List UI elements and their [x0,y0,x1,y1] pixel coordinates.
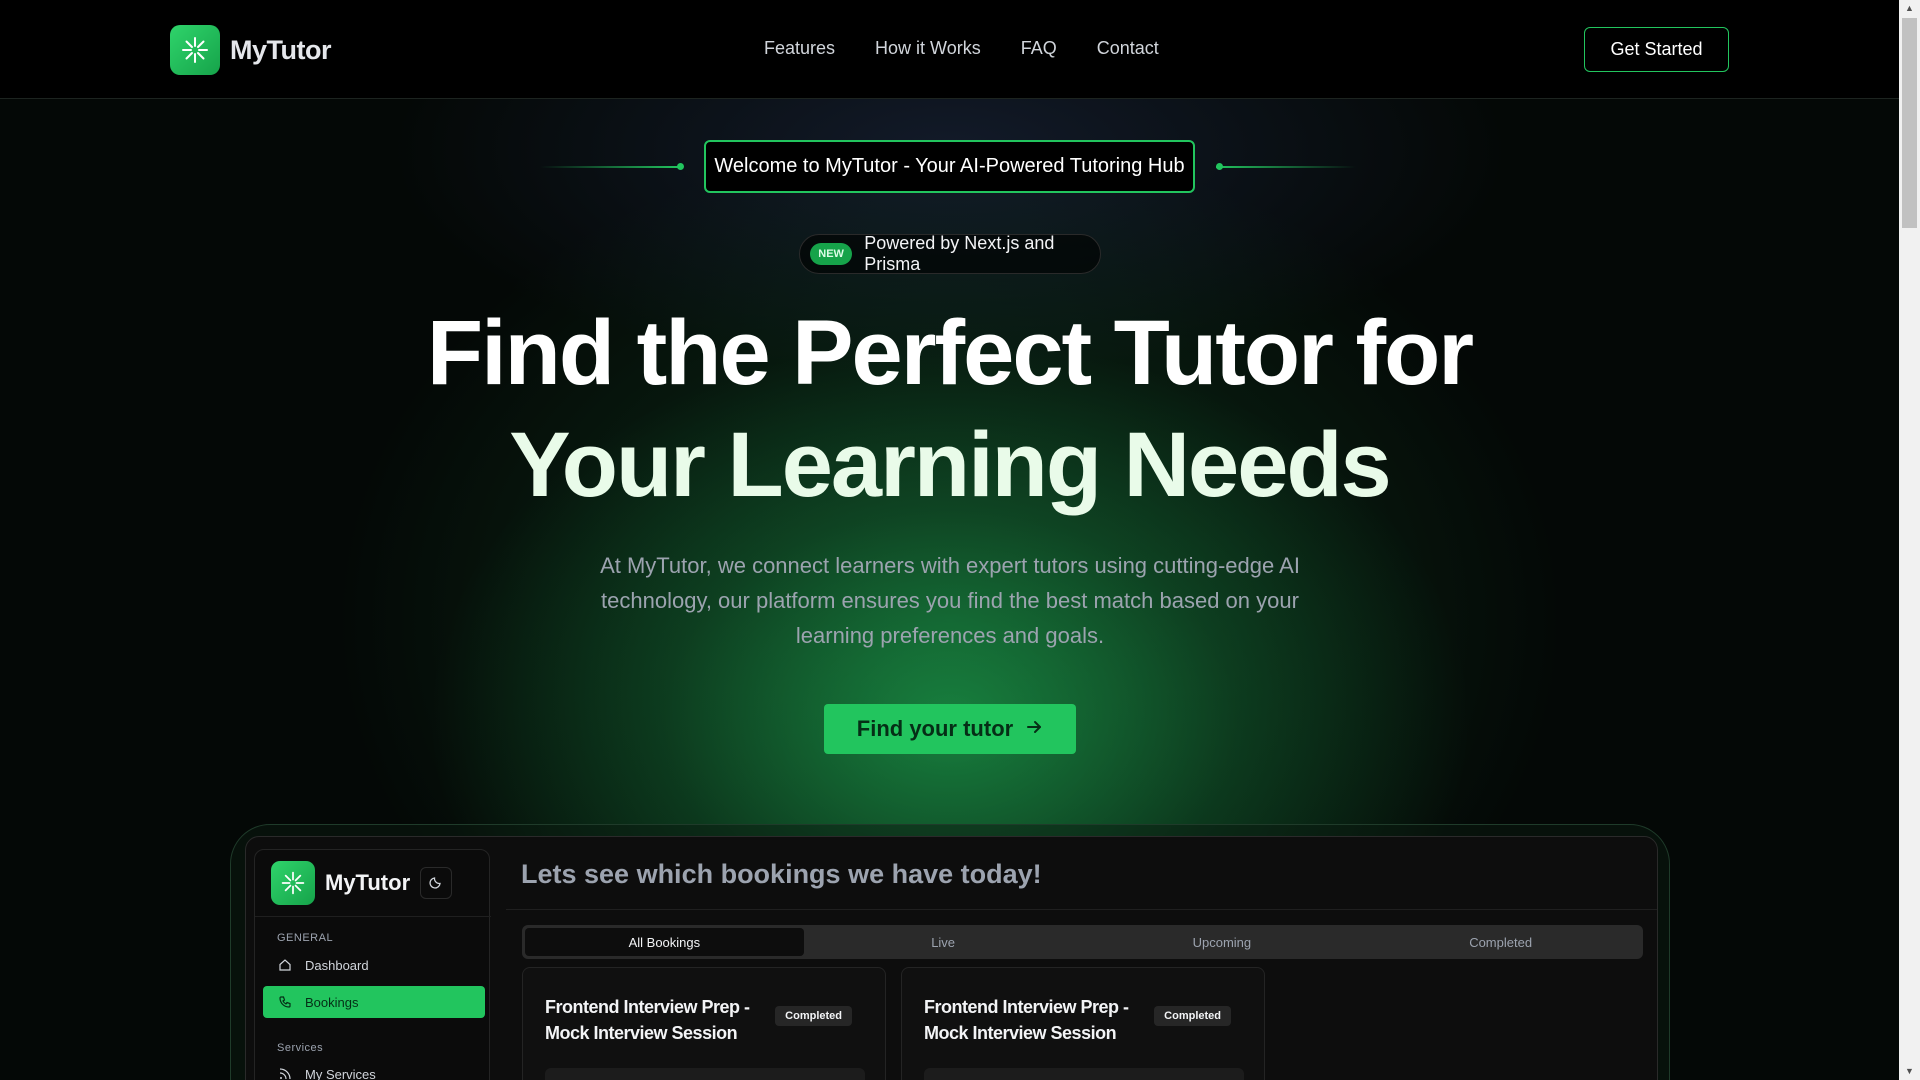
tab-live[interactable]: Live [804,928,1083,956]
sidebar-item-label: Dashboard [305,957,369,973]
decorative-line-right [1216,166,1356,168]
moon-icon [429,875,443,892]
sidebar-item-bookings[interactable]: Bookings [263,986,485,1018]
status-badge: Completed [1154,1006,1231,1026]
dashboard-preview: MyTutor GENERAL Dashboard Bookings Servi… [245,836,1658,1080]
preview-sidebar: MyTutor GENERAL Dashboard Bookings Servi… [254,849,491,1080]
booking-card-details [924,1068,1244,1080]
sidebar-item-dashboard[interactable]: Dashboard [263,949,485,981]
announcement-text: Powered by Next.js and Prisma [864,233,1055,274]
preview-logo[interactable]: MyTutor [271,861,453,905]
get-started-button[interactable]: Get Started [1584,27,1729,72]
sidebar-divider [255,916,491,917]
announcement-pill[interactable]: NEW Powered by Next.js and Prisma [799,233,1101,274]
booking-card-title: Frontend Interview Prep - Mock Interview… [924,997,1129,1043]
scrollbar-thumb[interactable] [1902,18,1917,228]
tab-all-bookings[interactable]: All Bookings [525,928,804,956]
scroll-up-arrow-icon[interactable]: ▲ [1899,0,1920,17]
sidebar-section-services: Services [277,1042,324,1054]
welcome-banner: Welcome to MyTutor - Your AI-Powered Tut… [704,140,1195,193]
asterisk-logo-icon [170,25,220,75]
bookings-tabs: All Bookings Live Upcoming Completed [522,925,1643,959]
brand-name: MyTutor [230,34,331,65]
nav-links: Features How it Works FAQ Contact [764,38,1159,59]
theme-toggle-button[interactable] [420,867,453,899]
hero-title-line2: Your Learning Needs [509,414,1391,516]
preview-brand-name: MyTutor [325,870,411,895]
booking-card[interactable]: Frontend Interview Prep - Mock Interview… [901,967,1265,1080]
home-icon [277,958,293,972]
status-badge: Completed [775,1006,852,1026]
tab-upcoming[interactable]: Upcoming [1083,928,1362,956]
booking-card[interactable]: Frontend Interview Prep - Mock Interview… [522,967,886,1080]
find-tutor-button[interactable]: Find your tutor [824,704,1076,754]
scroll-down-arrow-icon[interactable]: ▼ [1899,1063,1920,1080]
sidebar-section-general: GENERAL [277,932,334,944]
decorative-line-left [540,166,680,168]
hero-title-line1: Find the Perfect Tutor for [426,302,1474,404]
page-scrollbar[interactable]: ▲ ▼ [1899,0,1920,1080]
phone-icon [277,995,293,1009]
top-navbar: MyTutor Features How it Works FAQ Contac… [0,0,1899,99]
hero-subtitle: At MyTutor, we connect learners with exp… [600,553,1300,648]
find-tutor-label: Find your tutor [856,716,1014,741]
sidebar-item-label: Bookings [305,994,359,1010]
tab-completed[interactable]: Completed [1361,928,1640,956]
asterisk-logo-icon [271,861,315,905]
arrow-right-icon [1025,716,1043,742]
new-badge: NEW [810,243,853,265]
nav-link-contact[interactable]: Contact [1097,38,1159,59]
sidebar-item-label: My Services [305,1066,376,1080]
rss-icon [277,1067,293,1080]
nav-link-features[interactable]: Features [764,38,835,59]
decorative-dot-left [677,163,684,170]
sidebar-item-my-services[interactable]: My Services [263,1058,485,1080]
booking-card-title: Frontend Interview Prep - Mock Interview… [545,997,750,1043]
brand-logo[interactable]: MyTutor [170,25,331,75]
header-divider [506,909,1657,910]
nav-link-faq[interactable]: FAQ [1021,38,1057,59]
bookings-heading: Lets see which bookings we have today! [521,859,1042,889]
booking-card-details [545,1068,865,1080]
nav-link-how-it-works[interactable]: How it Works [875,38,981,59]
